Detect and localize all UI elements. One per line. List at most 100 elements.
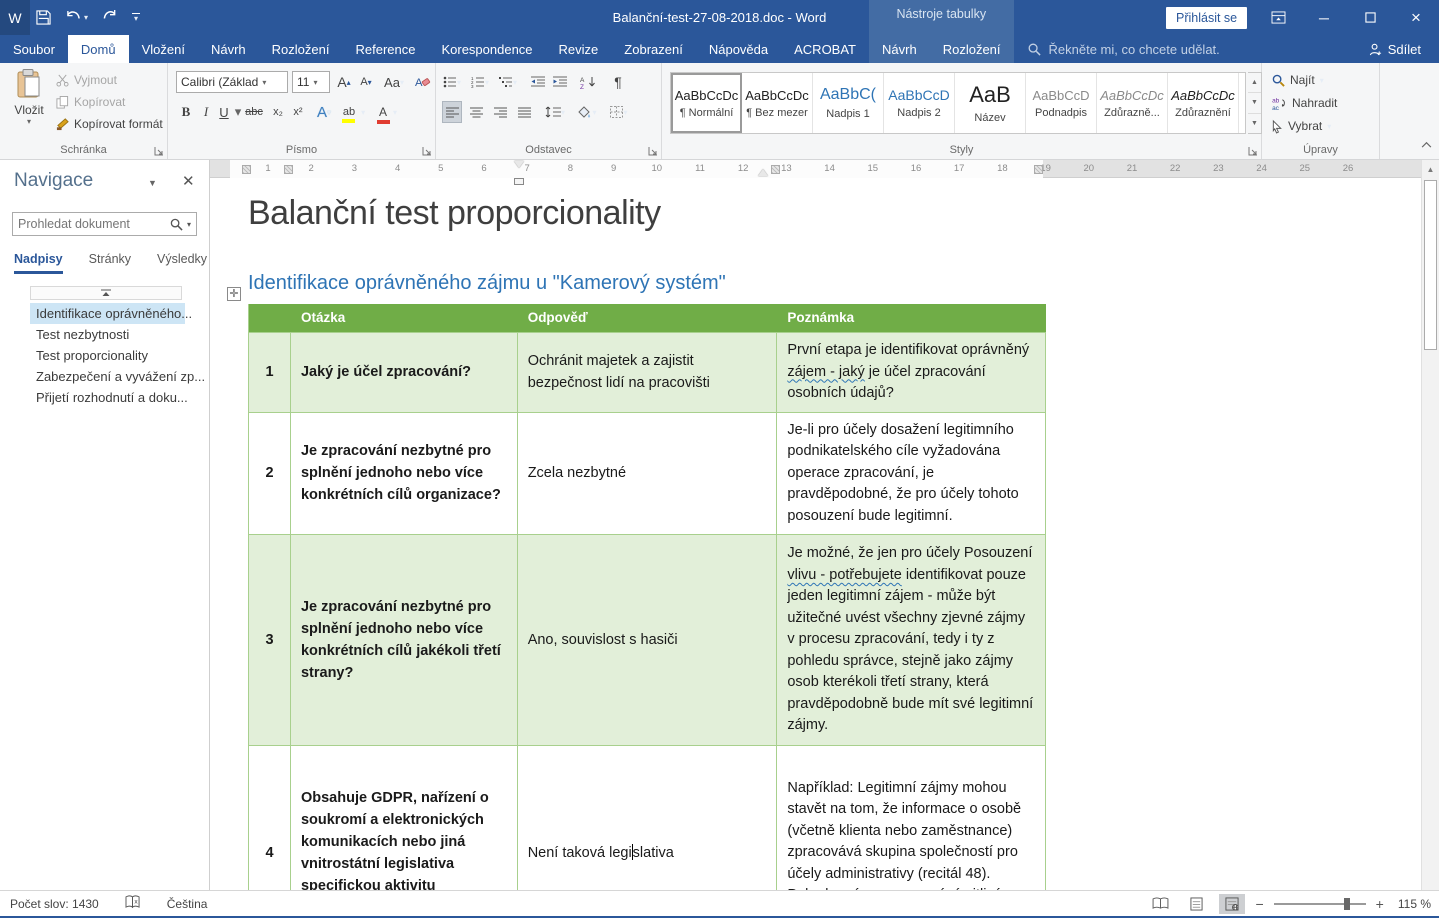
customize-qat-button[interactable]: ▾: [132, 13, 140, 23]
zoom-out-button[interactable]: −: [1255, 896, 1263, 912]
heading-item[interactable]: Přijetí rozhodnutí a doku...: [0, 387, 210, 408]
show-marks-button[interactable]: ¶: [608, 71, 628, 93]
search-options-caret[interactable]: ▾: [187, 220, 191, 229]
share-button[interactable]: Sdílet: [1369, 35, 1421, 63]
tab-stranky[interactable]: Stránky: [89, 252, 131, 266]
style-no-spacing[interactable]: AaBbCcDc ¶ Bez mezer: [742, 73, 813, 133]
styles-scroll-down[interactable]: ▼: [1248, 93, 1261, 113]
tab-vysledky[interactable]: Výsledky: [157, 252, 207, 266]
change-case-button[interactable]: Aa▾: [380, 71, 408, 93]
note-cell[interactable]: První etapa je identifikovat oprávněný z…: [777, 333, 1046, 412]
style-title[interactable]: AaB Název: [955, 73, 1026, 133]
tab-domu[interactable]: Domů: [68, 35, 129, 63]
line-spacing-button[interactable]: ▾: [542, 101, 568, 123]
vertical-scrollbar[interactable]: ▲: [1421, 160, 1439, 890]
sort-button[interactable]: AZ: [576, 71, 602, 93]
align-left-button[interactable]: [442, 101, 462, 123]
style-subtle-emphasis[interactable]: AaBbCcDc Zdůrazně...: [1097, 73, 1168, 133]
bold-button[interactable]: B: [176, 101, 196, 123]
find-button[interactable]: Najít▾: [1272, 73, 1324, 87]
highlight-color-button[interactable]: ab▾: [344, 101, 364, 123]
ruler-table-marker[interactable]: [1034, 165, 1043, 174]
ribbon-display-options-button[interactable]: [1255, 0, 1301, 35]
tab-table-navrh[interactable]: Návrh: [869, 35, 930, 63]
heading-item[interactable]: Identifikace oprávněného...: [30, 303, 185, 324]
text-effects-button[interactable]: A▾: [314, 101, 334, 123]
answer-cell[interactable]: Ochránit majetek a zajistit bezpečnost l…: [518, 333, 778, 412]
document-table[interactable]: Otázka Odpověď Poznámka 1 Jaký je účel z…: [248, 304, 1046, 890]
grow-font-button[interactable]: A▴: [334, 71, 354, 93]
strikethrough-button[interactable]: abc: [244, 101, 264, 123]
collapse-headings-button[interactable]: [30, 286, 182, 300]
heading-item[interactable]: Test proporcionality: [0, 345, 210, 366]
ruler-table-marker[interactable]: [242, 165, 251, 174]
zoom-level[interactable]: 115 %: [1398, 897, 1431, 911]
select-button[interactable]: Vybrat▾: [1272, 119, 1331, 133]
tab-navrh[interactable]: Návrh: [198, 35, 259, 63]
align-right-button[interactable]: [490, 101, 510, 123]
italic-button[interactable]: I: [196, 101, 216, 123]
font-color-button[interactable]: A▾: [378, 101, 398, 123]
shrink-font-button[interactable]: A▾: [356, 71, 376, 93]
subscript-button[interactable]: x₂: [268, 101, 288, 123]
zoom-slider[interactable]: [1274, 903, 1366, 905]
tab-revize[interactable]: Revize: [546, 35, 612, 63]
style-normal[interactable]: AaBbCcDc ¶ Normální: [671, 73, 742, 133]
styles-dialog-launcher[interactable]: [1248, 146, 1258, 156]
clipboard-dialog-launcher[interactable]: [154, 146, 164, 156]
tab-rozlozeni[interactable]: Rozložení: [259, 35, 343, 63]
paste-button[interactable]: Vložit ▾: [8, 69, 50, 126]
scrollbar-thumb[interactable]: [1424, 180, 1437, 350]
style-heading2[interactable]: AaBbCcD Nadpis 2: [884, 73, 955, 133]
search-input[interactable]: [18, 217, 170, 231]
answer-cell[interactable]: Ano, souvislost s hasiči: [518, 535, 778, 745]
read-mode-button[interactable]: [1147, 894, 1173, 914]
shading-button[interactable]: ▾: [574, 101, 600, 123]
table-move-handle[interactable]: ✛: [227, 287, 241, 301]
redo-button[interactable]: [102, 10, 118, 25]
paragraph-dialog-launcher[interactable]: [648, 146, 658, 156]
clear-formatting-button[interactable]: A: [412, 71, 432, 93]
styles-more-button[interactable]: ▼: [1248, 114, 1261, 133]
decrease-indent-button[interactable]: [528, 71, 548, 93]
close-button[interactable]: ×: [1393, 0, 1439, 35]
superscript-button[interactable]: x²: [288, 101, 308, 123]
note-cell[interactable]: Je možné, že jen pro účely Posouzení vli…: [777, 535, 1046, 745]
style-heading1[interactable]: AaBbC( Nadpis 1: [813, 73, 884, 133]
tab-vlozeni[interactable]: Vložení: [129, 35, 198, 63]
maximize-button[interactable]: [1347, 0, 1393, 35]
borders-button[interactable]: ▾: [606, 101, 632, 123]
increase-indent-button[interactable]: [550, 71, 570, 93]
minimize-button[interactable]: ─: [1301, 0, 1347, 35]
numbering-button[interactable]: 123 ▾: [470, 71, 490, 93]
language-status[interactable]: Čeština: [167, 897, 208, 911]
ruler-table-marker[interactable]: [771, 165, 780, 174]
answer-cell[interactable]: Není taková legislativa: [518, 746, 778, 890]
style-emphasis[interactable]: AaBbCcDc Zdůraznění: [1168, 73, 1239, 133]
navigation-close-icon[interactable]: ✕: [182, 172, 195, 190]
tell-me-search[interactable]: Řekněte mi, co chcete udělat.: [1028, 35, 1220, 63]
left-indent-marker[interactable]: [514, 178, 524, 185]
font-dialog-launcher[interactable]: [422, 146, 432, 156]
navigation-options-caret[interactable]: ▼: [148, 178, 157, 188]
copy-button[interactable]: Kopírovat: [56, 95, 125, 109]
print-layout-button[interactable]: [1183, 894, 1209, 914]
multilevel-list-button[interactable]: ▾: [498, 71, 518, 93]
heading-item[interactable]: Test nezbytnosti: [0, 324, 210, 345]
tab-napoveda[interactable]: Nápověda: [696, 35, 781, 63]
tab-soubor[interactable]: Soubor: [0, 35, 68, 63]
note-cell[interactable]: Například: Legitimní zájmy mohou stavět …: [777, 746, 1046, 890]
format-painter-button[interactable]: Kopírovat formát: [56, 117, 163, 131]
undo-button[interactable]: ▾: [65, 10, 88, 25]
question-cell[interactable]: Jaký je účel zpracování?: [291, 333, 518, 412]
zoom-slider-thumb[interactable]: [1344, 898, 1350, 910]
ruler-table-marker[interactable]: [284, 165, 293, 174]
question-cell[interactable]: Je zpracování nezbytné pro splnění jedno…: [291, 413, 518, 535]
document-search-box[interactable]: ▾: [12, 212, 197, 236]
save-button[interactable]: [36, 10, 51, 25]
collapse-ribbon-icon[interactable]: [1415, 140, 1437, 156]
heading-item[interactable]: Zabezpečení a vyvážení zp...: [0, 366, 210, 387]
undo-dropdown-caret[interactable]: ▾: [84, 13, 88, 22]
first-line-indent-marker[interactable]: [514, 161, 524, 168]
horizontal-ruler[interactable]: 1234567891011121314151617181920212223242…: [210, 160, 1421, 178]
